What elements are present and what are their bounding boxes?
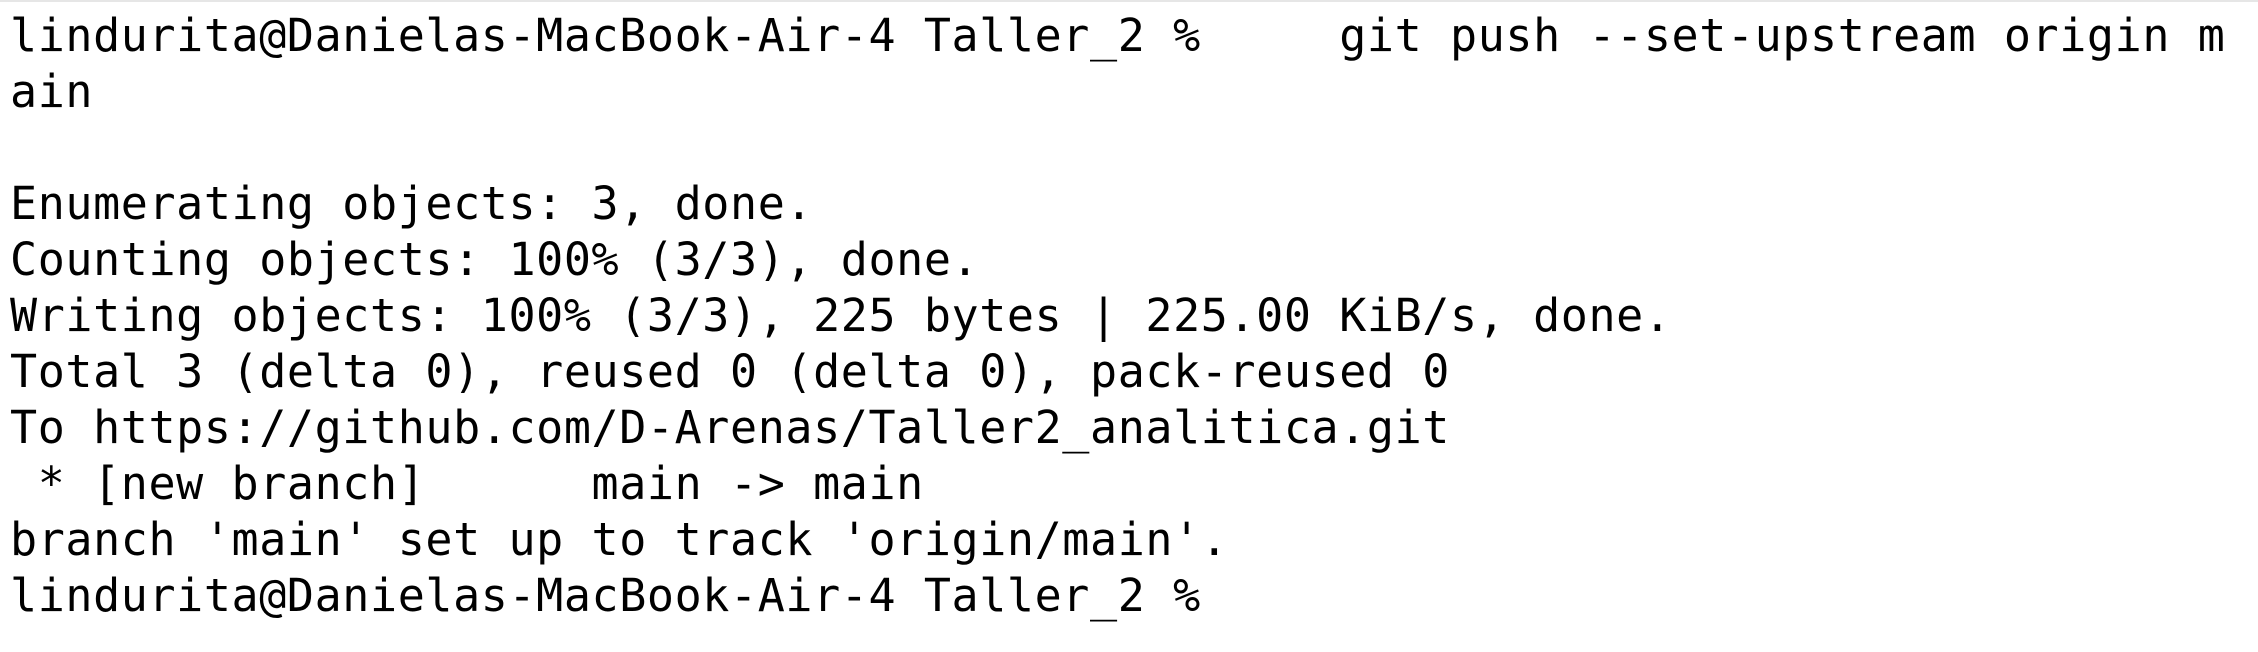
command-line-wrap: ain <box>10 64 2258 120</box>
output-line: Counting objects: 100% (3/3), done. <box>10 233 980 286</box>
final-prompt-line[interactable]: lindurita@Danielas-MacBook-Air-4 Taller_… <box>10 568 2258 624</box>
output-line: To https://github.com/D-Arenas/Taller2_a… <box>10 401 1450 454</box>
output-line: Enumerating objects: 3, done. <box>10 177 814 230</box>
output-line: branch 'main' set up to track 'origin/ma… <box>10 513 1229 566</box>
terminal-window[interactable]: lindurita@Danielas-MacBook-Air-4 Taller_… <box>0 0 2258 652</box>
command-text-wrap: ain <box>10 65 94 118</box>
command-line: lindurita@Danielas-MacBook-Air-4 Taller_… <box>10 8 2258 64</box>
shell-prompt: lindurita@Danielas-MacBook-Air-4 Taller_… <box>10 9 1201 62</box>
output-line: Total 3 (delta 0), reused 0 (delta 0), p… <box>10 345 1450 398</box>
output-line: * [new branch] main -> main <box>10 457 924 510</box>
command-text: git push --set-upstream origin m <box>1200 9 2226 62</box>
output-line: Writing objects: 100% (3/3), 225 bytes |… <box>10 289 1672 342</box>
shell-prompt: lindurita@Danielas-MacBook-Air-4 Taller_… <box>10 569 1201 622</box>
